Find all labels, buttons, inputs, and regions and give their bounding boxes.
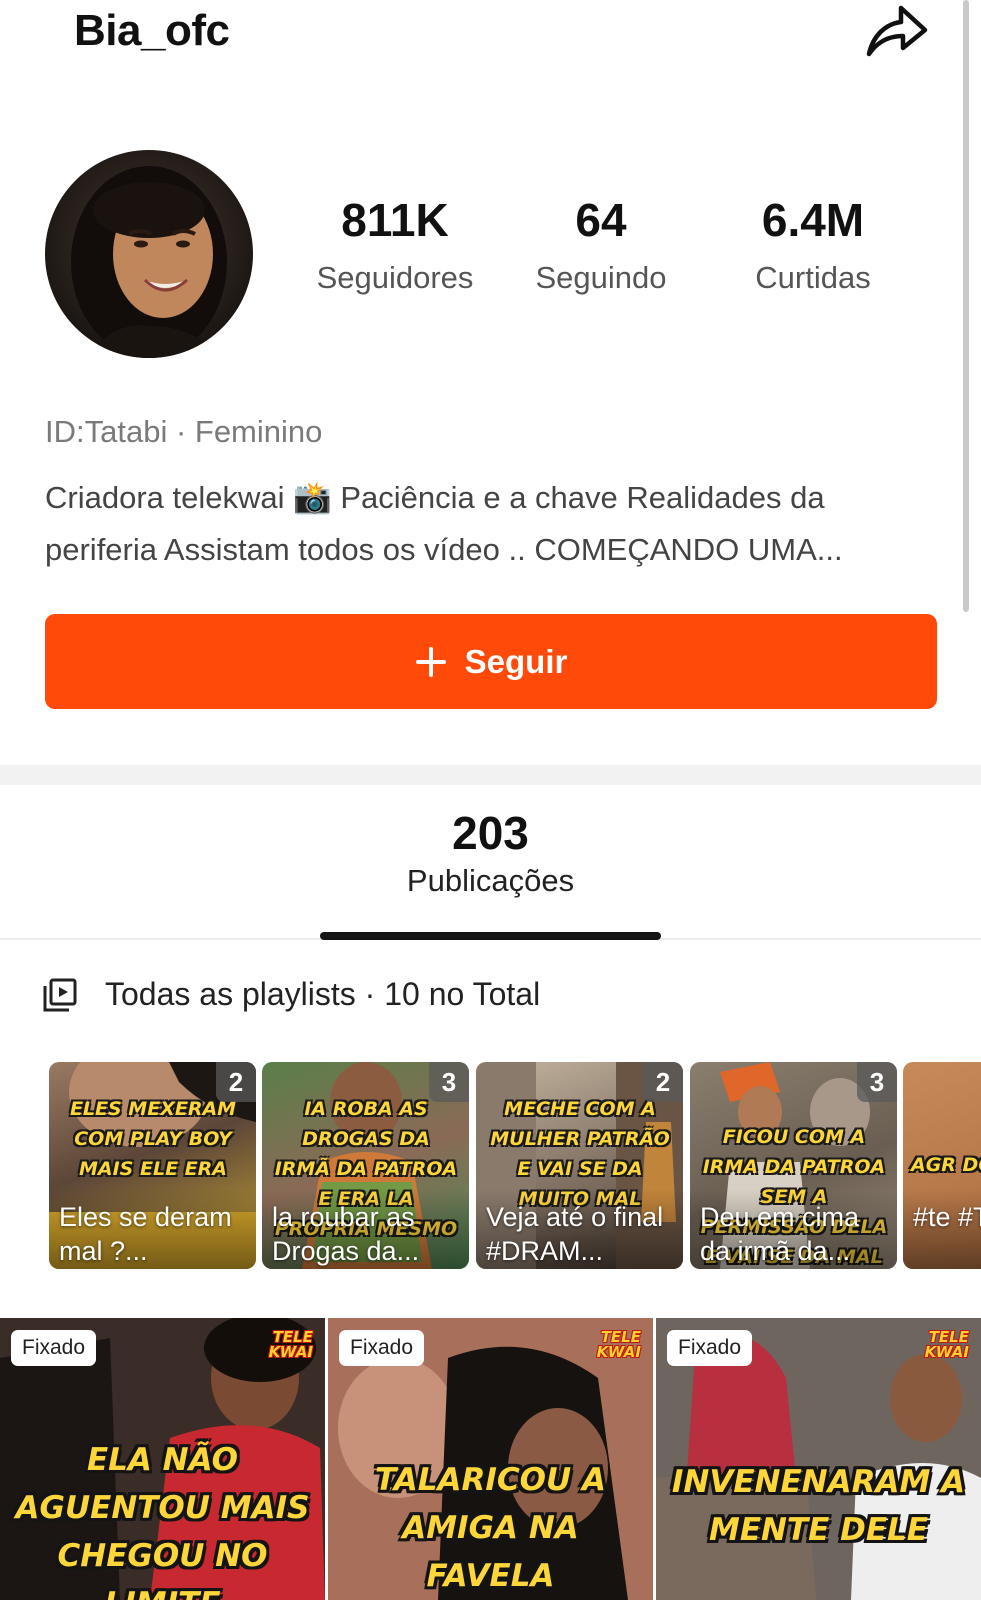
playlist-title: la roubar as Drogas da...: [272, 1202, 420, 1266]
brand-watermark: TELE KWAI: [924, 1328, 969, 1361]
brand-watermark: TELE KWAI: [596, 1328, 641, 1361]
playlist-title: Deu em cima da irmã da...: [700, 1202, 860, 1266]
follow-button[interactable]: Seguir: [45, 614, 937, 709]
plus-icon: [415, 646, 446, 677]
following-label: Seguindo: [535, 260, 667, 295]
playlist-count-badge: 2: [643, 1062, 683, 1102]
video-cover-text: TALARICOU A AMIGA NA FAVELA: [375, 1462, 606, 1594]
profile-username: Bia_ofc: [74, 6, 230, 55]
playlist-card[interactable]: IA ROBA AS DROGAS DA IRMÃ DA PATROA E ER…: [262, 1062, 469, 1269]
followers-stat[interactable]: 811K Seguidores: [290, 192, 500, 296]
playlist-card[interactable]: FICOU COM A IRMA DA PATROA SEM A PERMISS…: [690, 1062, 897, 1269]
pinned-badge: Fixado: [667, 1330, 753, 1366]
following-count: 64: [575, 194, 627, 246]
tab-publications[interactable]: 203 Publicações: [0, 805, 981, 899]
playlist-cover-text: AGR DO: [911, 1154, 981, 1176]
avatar[interactable]: [45, 150, 253, 358]
video-grid: Fixado TELE KWAI ELA NÃO AGUENTOU MAIS C…: [0, 1318, 981, 1600]
likes-label: Curtidas: [755, 260, 871, 295]
tab-active-indicator: [320, 932, 661, 940]
bio-line: Criadora telekwai 📸 Paciência e a chave …: [45, 480, 825, 515]
pinned-video[interactable]: Fixado TELE KWAI ELA NÃO AGUENTOU MAIS C…: [0, 1318, 325, 1600]
publications-count: 203: [452, 807, 529, 859]
pinned-video[interactable]: Fixado TELE KWAI INVENENARAM A MENTE DEL…: [656, 1318, 981, 1600]
followers-count: 811K: [341, 194, 449, 246]
pinned-video[interactable]: Fixado TELE KWAI TALARICOU A AMIGA NA FA…: [328, 1318, 653, 1600]
playlist-icon: [43, 978, 77, 1011]
likes-stat[interactable]: 6.4M Curtidas: [708, 192, 918, 296]
pinned-badge: Fixado: [11, 1330, 97, 1366]
following-stat[interactable]: 64 Seguindo: [496, 192, 706, 296]
followers-label: Seguidores: [316, 260, 474, 295]
playlists-row: ELES MEXERAM COM PLAY BOY MAIS ELE ERA E…: [0, 1052, 981, 1277]
scrollbar[interactable]: [963, 0, 969, 612]
bio-line: periferia Assistam todos os vídeo .. COM…: [45, 532, 843, 567]
playlist-title: #te #Te: [913, 1202, 981, 1232]
video-cover-text: INVENENARAM A MENTE DELE: [671, 1464, 966, 1548]
brand-watermark: TELE KWAI: [268, 1328, 313, 1361]
playlist-card[interactable]: MECHE COM A MULHER PATRÃO E VAI SE DA MU…: [476, 1062, 683, 1269]
video-cover-text: ELA NÃO AGUENTOU MAIS CHEGOU NO LIMITE: [15, 1442, 310, 1600]
playlist-count-badge: 3: [429, 1062, 469, 1102]
playlists-header-label: Todas as playlists · 10 no Total: [105, 976, 541, 1012]
playlist-count-badge: 2: [216, 1062, 256, 1102]
playlist-title: Veja até o final #DRAM...: [486, 1202, 664, 1266]
playlist-card[interactable]: ELES MEXERAM COM PLAY BOY MAIS ELE ERA E…: [49, 1062, 256, 1269]
playlist-title: Eles se deram mal ?...: [59, 1202, 232, 1266]
share-button[interactable]: [860, 0, 932, 64]
profile-stats: 811K Seguidores 64 Seguindo 6.4M Curtida…: [290, 192, 930, 322]
follow-label: Seguir: [464, 642, 568, 680]
profile-bio[interactable]: Criadora telekwai 📸 Paciência e a chave …: [45, 472, 925, 576]
profile-meta: ID:Tatabi · Feminino: [45, 414, 323, 449]
playlist-cover-text: ELES MEXERAM COM PLAY BOY MAIS ELE ERA: [69, 1098, 237, 1180]
share-arrow-icon: [866, 5, 928, 57]
playlists-header[interactable]: Todas as playlists · 10 no Total: [43, 976, 540, 1013]
playlist-count-badge: 3: [857, 1062, 897, 1102]
likes-count: 6.4M: [761, 194, 865, 246]
top-bar: Bia_ofc: [0, 0, 981, 70]
pinned-badge: Fixado: [339, 1330, 425, 1366]
playlist-card[interactable]: AGR DO #te #Te: [903, 1062, 981, 1269]
publications-label: Publicações: [406, 863, 575, 898]
section-divider: [0, 765, 981, 785]
